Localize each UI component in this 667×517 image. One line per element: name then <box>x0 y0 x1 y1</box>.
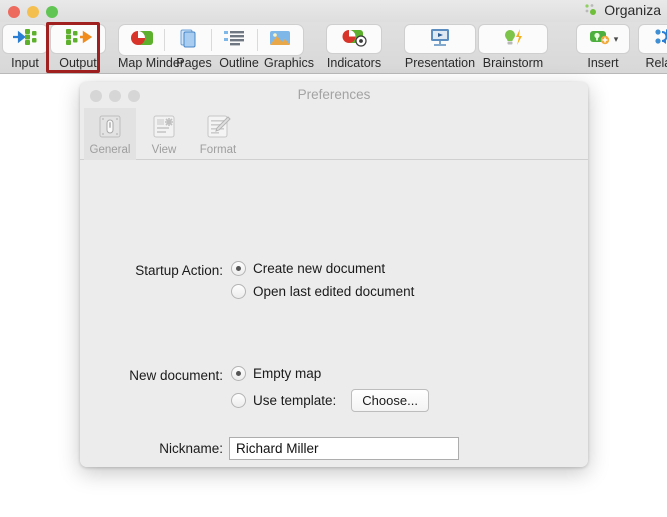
screen: Organiza Input Output Map Minder Pages O… <box>0 0 667 517</box>
input-label: Input <box>11 56 39 70</box>
use-nickname-for-notes-row[interactable]: Use Nickname for Notes <box>230 466 397 467</box>
new-doc-use-template-radio[interactable] <box>231 393 246 408</box>
choose-template-button[interactable]: Choose... <box>351 389 429 412</box>
relations-button[interactable] <box>638 24 667 54</box>
indicators-button[interactable] <box>326 24 382 54</box>
toolbar-item-indicators[interactable]: Indicators <box>326 24 382 70</box>
preferences-title: Preferences <box>297 87 371 102</box>
toolbar-item-insert[interactable]: ▾ Insert <box>576 24 630 70</box>
tab-view[interactable]: View <box>138 108 190 160</box>
presentation-screen-icon <box>428 27 452 52</box>
outline-list-icon <box>223 28 245 53</box>
startup-action-label: Startup Action: <box>135 263 223 278</box>
main-toolbar: Input Output Map Minder Pages Outline Gr… <box>0 22 667 74</box>
preferences-titlebar: Preferences <box>80 82 588 110</box>
presentation-button[interactable] <box>404 24 476 54</box>
document-pages-icon <box>178 28 198 53</box>
use-nickname-for-notes-checkbox[interactable] <box>230 466 244 467</box>
indicators-label: Indicators <box>326 56 382 70</box>
presentation-label: Presentation <box>404 56 476 70</box>
format-pencil-icon <box>202 111 234 143</box>
input-button[interactable] <box>2 24 48 54</box>
window-minimize-button[interactable] <box>27 6 39 18</box>
new-doc-use-template-radio-row[interactable]: Use template: Choose... <box>231 389 429 412</box>
graphics-label: Graphics <box>263 56 315 70</box>
new-document-label: New document: <box>129 368 223 383</box>
view-layout-icon <box>148 111 180 143</box>
map-minder-button[interactable] <box>119 25 164 55</box>
pages-label: Pages <box>176 56 212 70</box>
insert-label: Insert <box>587 56 619 70</box>
outline-label: Outline <box>219 56 259 70</box>
preferences-body: Startup Action: Create new document Open… <box>80 160 588 467</box>
tab-format[interactable]: Format <box>192 108 244 160</box>
graphics-button[interactable] <box>258 25 303 55</box>
app-titlebar: Organiza <box>0 0 667 22</box>
tab-general[interactable]: General <box>84 108 136 160</box>
new-doc-use-template-label: Use template: <box>253 393 337 408</box>
startup-create-new-radio[interactable] <box>231 261 246 276</box>
new-doc-empty-map-label: Empty map <box>253 366 322 381</box>
pie-chart-green-icon <box>128 28 156 53</box>
preferences-window: Preferences General View Format Startup … <box>80 82 588 467</box>
input-node-arrow-icon <box>12 27 38 52</box>
map-minder-label: Map Minder <box>118 56 184 70</box>
chevron-down-icon[interactable]: ▾ <box>614 34 619 45</box>
brainstorm-button[interactable] <box>478 24 548 54</box>
tab-view-label: View <box>151 144 177 156</box>
toolbar-item-brainstorm[interactable]: Brainstorm <box>478 24 548 70</box>
startup-open-last-radio[interactable] <box>231 284 246 299</box>
insert-node-plus-icon <box>588 27 612 52</box>
tab-general-label: General <box>89 144 131 156</box>
window-close-button[interactable] <box>8 6 20 18</box>
toolbar-item-input[interactable]: Input <box>2 24 48 70</box>
startup-create-new-label: Create new document <box>253 261 386 276</box>
nickname-label: Nickname: <box>159 441 223 456</box>
new-doc-empty-map-radio[interactable] <box>231 366 246 381</box>
use-nickname-for-notes-label: Use Nickname for Notes <box>251 466 397 467</box>
output-label: Output <box>59 56 97 70</box>
toolbar-group-view-labels: Map Minder Pages Outline Graphics <box>118 56 316 70</box>
mindmap-icon <box>584 3 598 17</box>
pages-button[interactable] <box>165 25 210 55</box>
toolbar-item-relations[interactable]: Relatio <box>638 24 667 70</box>
nickname-input[interactable]: Richard Miller <box>229 437 459 460</box>
document-title-area: Organiza <box>584 2 661 18</box>
outline-button[interactable] <box>212 25 257 55</box>
relations-label: Relatio <box>645 56 667 70</box>
lightbulb-bolt-icon <box>501 27 525 52</box>
general-switch-icon <box>94 111 126 143</box>
insert-button[interactable]: ▾ <box>576 24 630 54</box>
relation-arrows-icon <box>653 27 667 52</box>
startup-open-last-radio-row[interactable]: Open last edited document <box>231 284 414 299</box>
toolbar-item-presentation[interactable]: Presentation <box>404 24 476 70</box>
window-maximize-button[interactable] <box>46 6 58 18</box>
new-doc-empty-map-radio-row[interactable]: Empty map <box>231 366 321 381</box>
brainstorm-label: Brainstorm <box>482 56 544 70</box>
toolbar-item-output[interactable]: Output <box>50 24 106 70</box>
pie-chart-eye-icon <box>339 27 369 52</box>
startup-create-new-radio-row[interactable]: Create new document <box>231 261 385 276</box>
toolbar-group-view <box>118 24 304 56</box>
document-title: Organiza <box>604 2 661 18</box>
output-button[interactable] <box>50 24 106 54</box>
tab-format-label: Format <box>199 144 237 156</box>
output-node-arrow-icon <box>64 27 93 52</box>
startup-open-last-label: Open last edited document <box>253 284 415 299</box>
image-picture-icon <box>268 28 292 53</box>
preferences-tabbar: General View Format <box>80 108 588 160</box>
